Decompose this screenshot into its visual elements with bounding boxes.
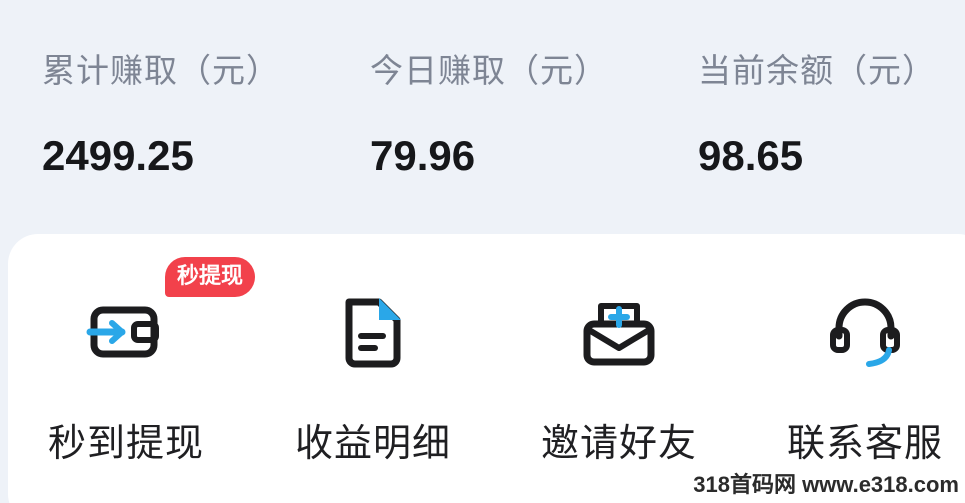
total-earned-stat: 累计赚取（元） 2499.25: [42, 44, 280, 180]
earnings-detail-button[interactable]: 收益明细: [273, 292, 473, 467]
earnings-summary: 累计赚取（元） 2499.25 今日赚取（元） 79.96 当前余额（元） 98…: [0, 0, 965, 230]
customer-service-label: 联系客服: [786, 421, 943, 465]
headset-icon: [830, 298, 900, 367]
current-balance-value: 98.65: [698, 132, 804, 179]
invite-friends-label: 邀请好友: [540, 421, 697, 465]
today-earned-value: 79.96: [370, 132, 476, 179]
customer-service-button[interactable]: 联系客服: [765, 292, 965, 467]
invite-friends-button[interactable]: 邀请好友: [519, 292, 719, 467]
total-earned-label: 累计赚取（元）: [42, 51, 280, 90]
current-balance-label: 当前余额（元）: [698, 51, 936, 90]
document-icon: [345, 298, 401, 368]
instant-withdraw-badge: 秒提现: [165, 257, 256, 297]
total-earned-value: 2499.25: [42, 132, 194, 179]
withdraw-button[interactable]: 秒到提现: [26, 292, 226, 467]
earnings-detail-label: 收益明细: [294, 421, 451, 465]
today-earned-stat: 今日赚取（元） 79.96: [370, 44, 608, 180]
watermark: 318首码网 www.e318.com: [693, 472, 959, 497]
wallet-icon: [86, 306, 159, 358]
envelope-plus-icon: [583, 303, 655, 366]
today-earned-label: 今日赚取（元）: [370, 51, 608, 90]
withdraw-label: 秒到提现: [47, 421, 204, 465]
current-balance-stat: 当前余额（元） 98.65: [698, 44, 936, 180]
